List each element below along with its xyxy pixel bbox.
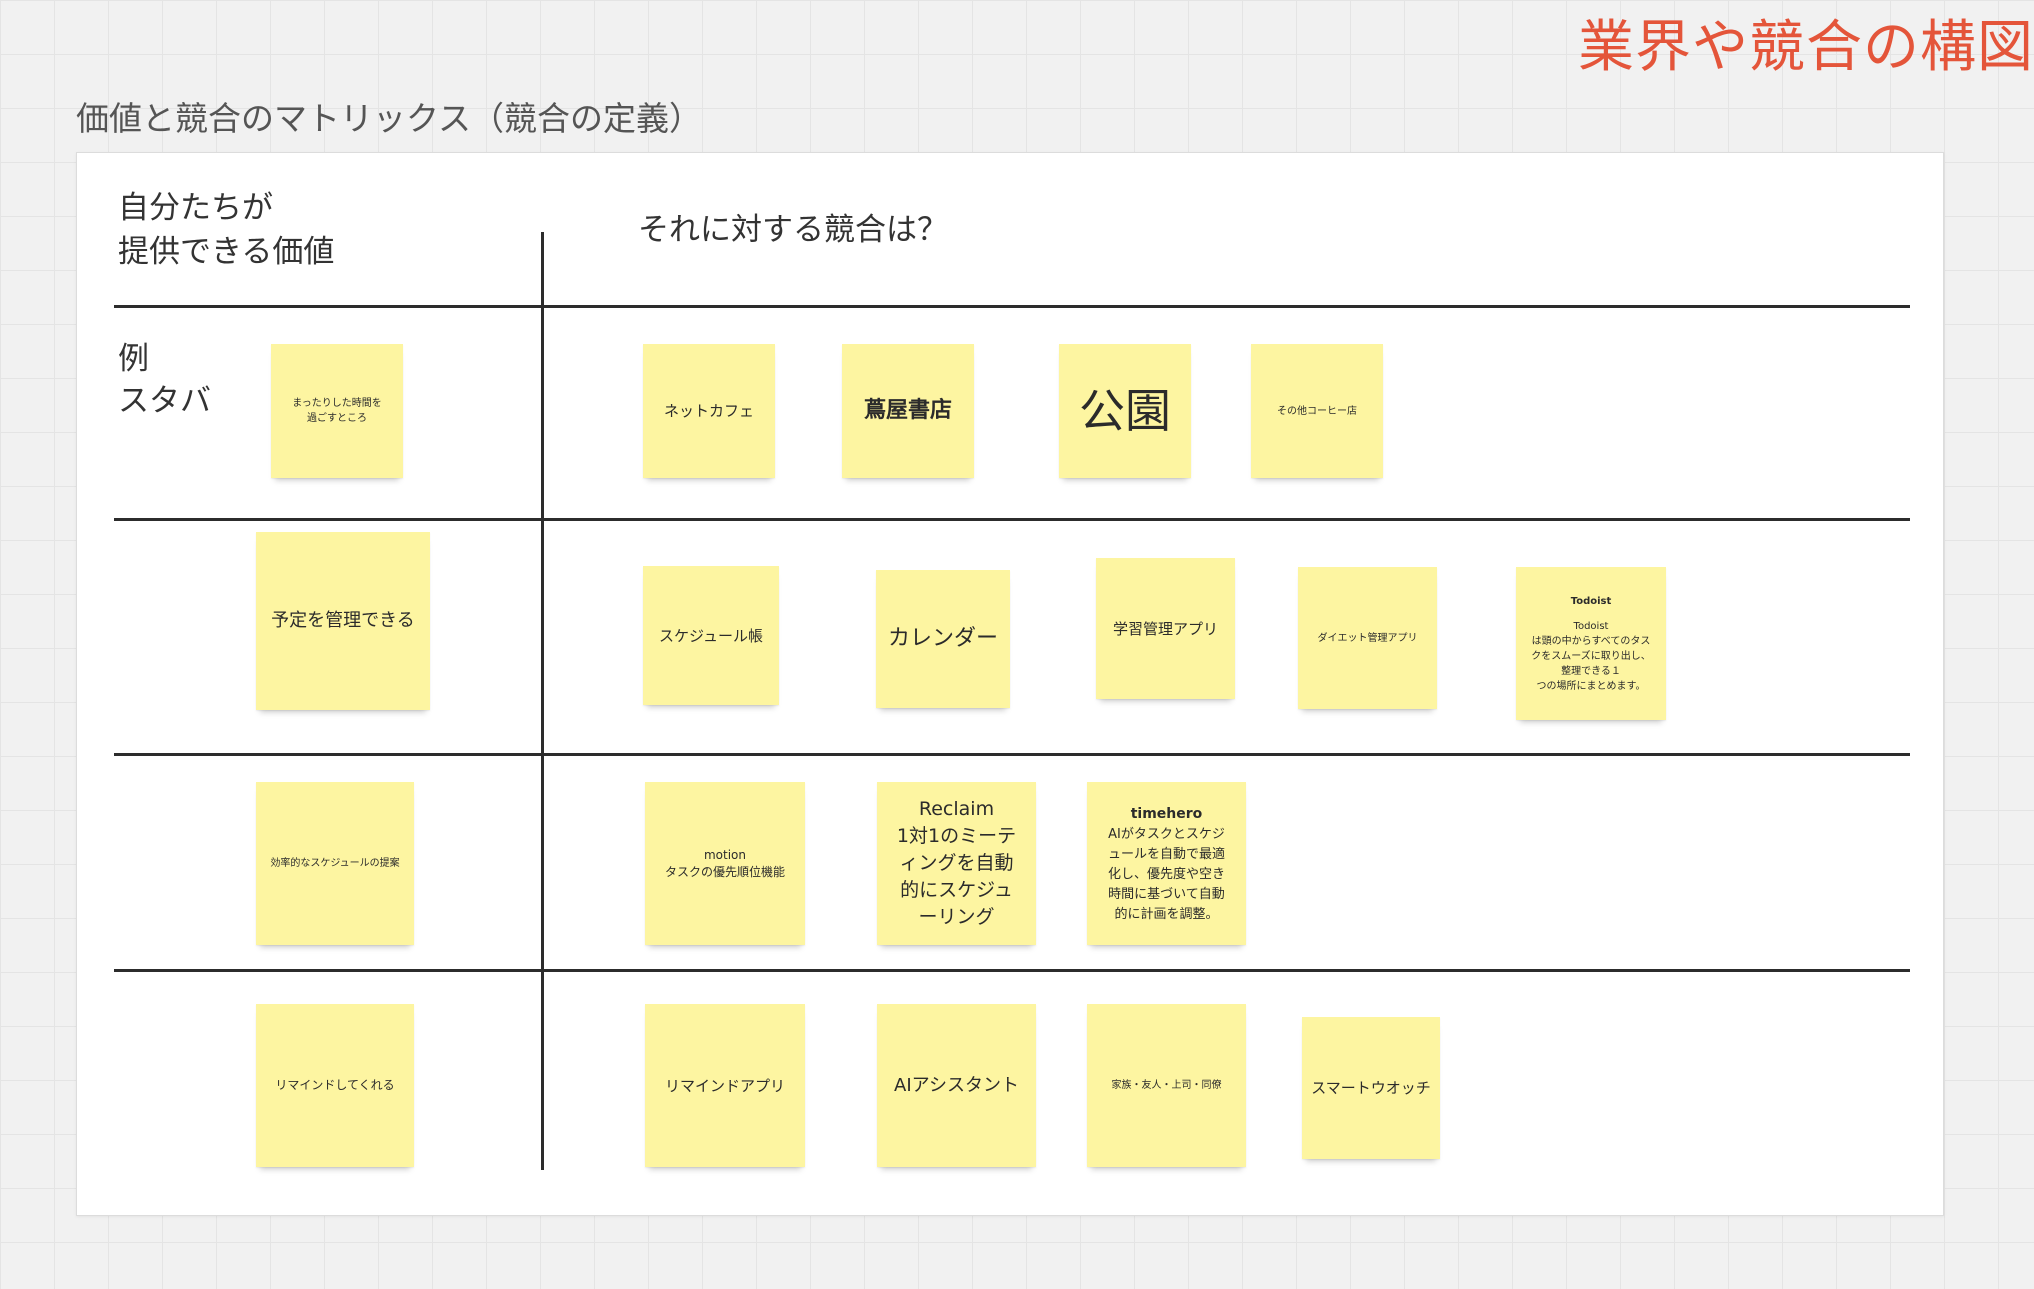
header-our-value[interactable]: 自分たちが 提供できる価値 — [118, 186, 334, 274]
sticky-text: 学習管理アプリ — [1112, 619, 1218, 638]
sticky-note-competitor[interactable]: 公園 — [1059, 344, 1191, 478]
sticky-note-value[interactable]: リマインドしてくれる — [256, 1004, 414, 1167]
row-example-label[interactable]: 例 スタバ — [118, 338, 211, 422]
frame-label[interactable]: 価値と競合のマトリックス（競合の定義） — [76, 92, 702, 140]
sticky-title: timehero — [1130, 805, 1203, 822]
matrix-column-divider — [541, 232, 544, 1170]
sticky-text: AIがタスクとスケジ ュールを自動で最適 化し、優先度や空き 時間に基づいて自動… — [1107, 826, 1225, 922]
sticky-text: Todoist は頭の中からすべてのタス クをスムーズに取り出し、 整理できる１… — [1531, 620, 1651, 692]
sticky-note-value[interactable]: まったりした時間を 過ごすところ — [271, 344, 403, 478]
sticky-note-competitor[interactable]: その他コーヒー店 — [1251, 344, 1383, 478]
sticky-note-competitor[interactable]: ダイエット管理アプリ — [1298, 567, 1437, 709]
sticky-text: まったりした時間を 過ごすところ — [292, 398, 382, 424]
sticky-note-competitor[interactable]: スマートウオッチ — [1302, 1017, 1440, 1159]
sticky-note-competitor[interactable]: リマインドアプリ — [645, 1004, 805, 1167]
sticky-note-competitor[interactable]: カレンダー — [876, 570, 1010, 708]
sticky-text: Reclaim 1対1のミーテ ィングを自動 的にスケジュ ーリング — [896, 798, 1017, 928]
sticky-text: ネットカフェ — [663, 402, 754, 420]
sticky-text: motion タスクの優先順位機能 — [664, 847, 785, 879]
sticky-note-competitor-timehero[interactable]: timehero AIがタスクとスケジ ュールを自動で最適 化し、優先度や空き … — [1087, 782, 1246, 945]
sticky-note-competitor-motion[interactable]: motion タスクの優先順位機能 — [645, 782, 805, 945]
sticky-title: Todoist — [1570, 595, 1612, 607]
sticky-text: 予定を管理できる — [271, 610, 415, 631]
header-competitors[interactable]: それに対する競合は？ — [638, 208, 948, 252]
sticky-text: AIアシスタント — [894, 1074, 1019, 1096]
matrix-divider — [114, 753, 1910, 756]
sticky-note-competitor[interactable]: 学習管理アプリ — [1096, 558, 1235, 699]
sticky-text: スケジュール帳 — [659, 626, 763, 645]
sticky-text: 効率的なスケジュールの提案 — [270, 858, 400, 869]
matrix-divider — [114, 518, 1910, 521]
sticky-note-competitor[interactable]: スケジュール帳 — [643, 566, 779, 705]
sticky-note-competitor[interactable]: 家族・友人・上司・同僚 — [1087, 1004, 1246, 1167]
sticky-note-value[interactable]: 予定を管理できる — [256, 532, 430, 710]
sticky-note-competitor[interactable]: AIアシスタント — [877, 1004, 1036, 1167]
sticky-text: その他コーヒー店 — [1277, 405, 1357, 417]
matrix-divider — [114, 969, 1910, 972]
sticky-text: 公園 — [1079, 384, 1171, 438]
sticky-text: リマインドしてくれる — [275, 1078, 395, 1092]
sticky-note-competitor[interactable]: 蔦屋書店 — [842, 344, 974, 478]
sticky-note-competitor-todoist[interactable]: Todoist Todoist は頭の中からすべてのタス クをスムーズに取り出し… — [1516, 567, 1666, 720]
sticky-note-competitor-reclaim[interactable]: Reclaim 1対1のミーテ ィングを自動 的にスケジュ ーリング — [877, 782, 1036, 945]
sticky-text: ダイエット管理アプリ — [1317, 632, 1418, 644]
sticky-note-value[interactable]: 効率的なスケジュールの提案 — [256, 782, 414, 945]
sticky-text: スマートウオッチ — [1311, 1079, 1431, 1097]
sticky-text: カレンダー — [887, 626, 998, 651]
sticky-text: 蔦屋書店 — [863, 398, 952, 423]
matrix-divider — [114, 305, 1910, 308]
sticky-text: 家族・友人・上司・同僚 — [1111, 1080, 1222, 1091]
corner-title: 業界や競合の構図 — [1578, 15, 2034, 80]
sticky-note-competitor[interactable]: ネットカフェ — [643, 344, 775, 478]
sticky-text: リマインドアプリ — [664, 1076, 785, 1095]
